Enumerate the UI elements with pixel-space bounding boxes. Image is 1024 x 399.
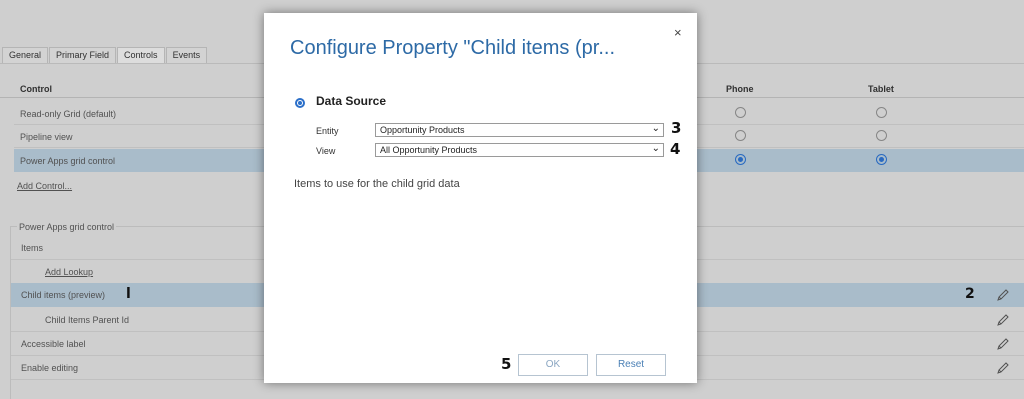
ok-button[interactable]: OK xyxy=(518,354,588,376)
close-icon[interactable]: × xyxy=(674,25,682,40)
view-select-value: All Opportunity Products xyxy=(380,145,478,155)
data-source-label: Data Source xyxy=(316,94,387,108)
chevron-down-icon: ⌄ xyxy=(651,143,660,154)
configure-property-dialog: Configure Property "Child items (pr... ×… xyxy=(264,13,697,383)
entity-select-value: Opportunity Products xyxy=(380,125,465,135)
data-source-radio[interactable] xyxy=(295,98,305,108)
view-label: View xyxy=(316,146,336,156)
annotation-5: 5 xyxy=(501,355,512,373)
annotation-4: 4 xyxy=(670,140,681,158)
dialog-title: Configure Property "Child items (pr... xyxy=(290,37,615,59)
annotation-3: 3 xyxy=(671,119,682,137)
view-select[interactable]: All Opportunity Products ⌄ xyxy=(375,143,664,157)
property-description: Items to use for the child grid data xyxy=(294,178,460,190)
chevron-down-icon: ⌄ xyxy=(651,123,660,134)
entity-label: Entity xyxy=(316,126,339,136)
reset-button[interactable]: Reset xyxy=(596,354,666,376)
entity-select[interactable]: Opportunity Products ⌄ xyxy=(375,123,664,137)
